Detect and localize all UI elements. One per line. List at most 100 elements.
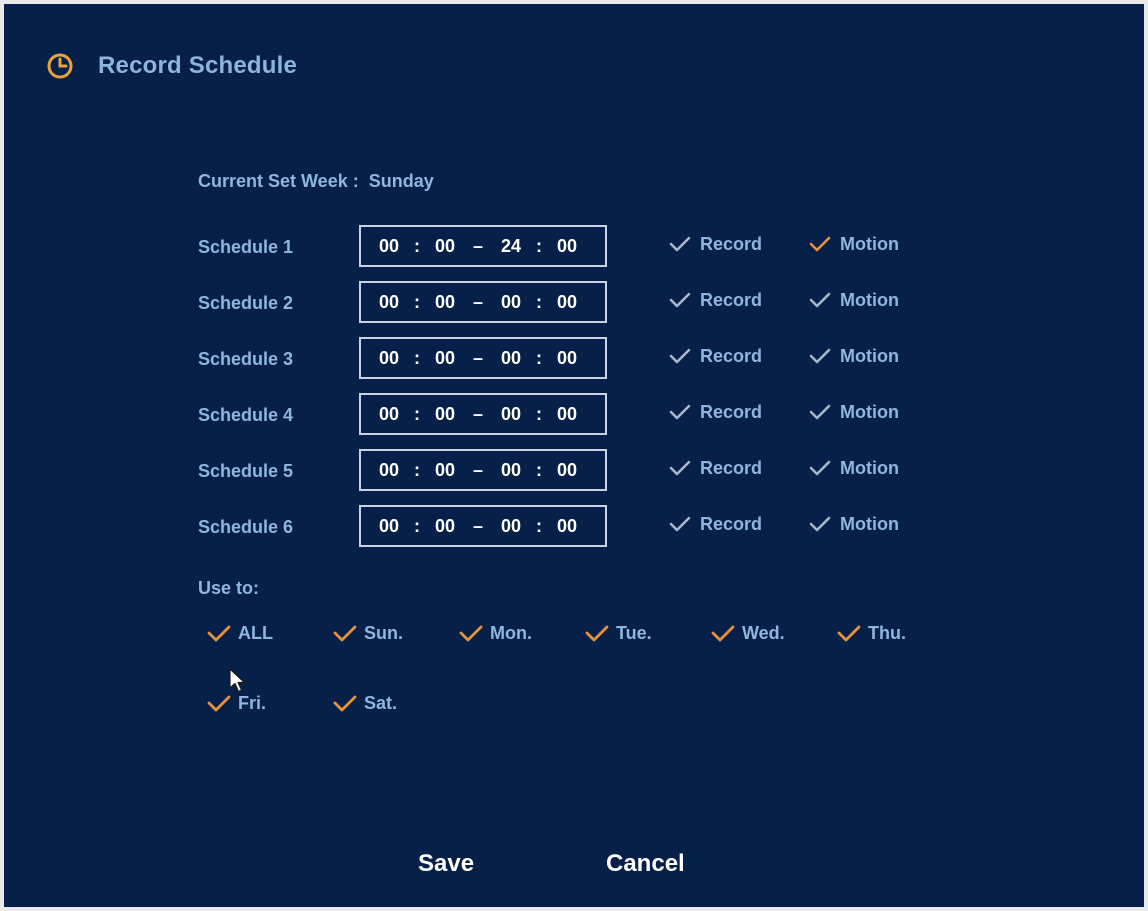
schedule-6-time-range[interactable]: 00 : 00 – 00 : 00 (359, 505, 607, 547)
time-colon: : (414, 235, 420, 256)
time-colon: : (414, 459, 420, 480)
day-checkbox-all[interactable]: ALL (206, 622, 273, 644)
time-colon: : (536, 515, 542, 536)
checkmark-icon (669, 460, 691, 476)
checkmark-icon (809, 348, 831, 364)
start-minute[interactable]: 00 (429, 292, 461, 313)
day-label: Sat. (364, 692, 398, 713)
motion-label: Motion (840, 401, 899, 422)
schedule-3-time-range[interactable]: 00 : 00 – 00 : 00 (359, 337, 607, 379)
end-hour[interactable]: 00 (495, 404, 527, 425)
end-hour[interactable]: 00 (495, 292, 527, 313)
schedule-row-4: Schedule 4 00 : 00 – 00 : 00 Record Moti… (198, 393, 958, 439)
schedule-1-record-checkbox[interactable]: Record (668, 233, 762, 255)
use-to-label: Use to: (198, 578, 260, 598)
schedule-1-time-range[interactable]: 00 : 00 – 24 : 00 (359, 225, 607, 267)
schedule-row-6: Schedule 6 00 : 00 – 00 : 00 Record Moti… (198, 505, 958, 551)
day-checkbox-wed[interactable]: Wed. (710, 622, 785, 644)
schedule-5-time-range[interactable]: 00 : 00 – 00 : 00 (359, 449, 607, 491)
schedule-5-motion-checkbox[interactable]: Motion (808, 457, 899, 479)
schedule-2-motion-checkbox[interactable]: Motion (808, 289, 899, 311)
start-hour[interactable]: 00 (373, 292, 405, 313)
day-checkbox-thu[interactable]: Thu. (836, 622, 906, 644)
record-label: Record (700, 513, 763, 534)
save-button[interactable]: Save (418, 850, 474, 878)
end-hour[interactable]: 00 (495, 348, 527, 369)
checkmark-icon (669, 236, 691, 252)
end-minute[interactable]: 00 (551, 516, 583, 537)
checkmark-icon (809, 404, 831, 420)
schedule-label: Schedule 1 (198, 237, 294, 257)
schedule-1-motion-checkbox[interactable]: Motion (808, 233, 899, 255)
start-hour[interactable]: 00 (373, 404, 405, 425)
schedule-4-motion-checkbox[interactable]: Motion (808, 401, 899, 423)
schedule-5-record-checkbox[interactable]: Record (668, 457, 762, 479)
schedule-row-3: Schedule 3 00 : 00 – 00 : 00 Record Moti… (198, 337, 958, 383)
checkmark-icon (837, 625, 861, 642)
schedule-6-motion-checkbox[interactable]: Motion (808, 513, 899, 535)
schedule-6-record-checkbox[interactable]: Record (668, 513, 762, 535)
schedule-label: Schedule 4 (198, 405, 294, 425)
checkmark-icon (711, 625, 735, 642)
start-minute[interactable]: 00 (429, 404, 461, 425)
time-colon: : (414, 291, 420, 312)
start-hour[interactable]: 00 (373, 460, 405, 481)
motion-label: Motion (840, 345, 899, 366)
start-minute[interactable]: 00 (429, 348, 461, 369)
time-dash: – (472, 403, 483, 424)
day-label: Fri. (238, 692, 267, 713)
page-header: Record Schedule (46, 48, 297, 84)
end-hour[interactable]: 00 (495, 516, 527, 537)
start-hour[interactable]: 00 (373, 236, 405, 257)
schedule-3-record-checkbox[interactable]: Record (668, 345, 762, 367)
start-hour[interactable]: 00 (373, 516, 405, 537)
day-checkbox-sat[interactable]: Sat. (332, 692, 397, 714)
time-colon: : (536, 403, 542, 424)
schedule-4-time-range[interactable]: 00 : 00 – 00 : 00 (359, 393, 607, 435)
schedule-2-record-checkbox[interactable]: Record (668, 289, 762, 311)
schedule-label: Schedule 5 (198, 461, 294, 481)
end-hour[interactable]: 24 (495, 236, 527, 257)
time-colon: : (414, 515, 420, 536)
time-dash: – (472, 459, 483, 480)
schedule-3-motion-checkbox[interactable]: Motion (808, 345, 899, 367)
checkmark-icon (669, 292, 691, 308)
checkmark-icon (459, 625, 483, 642)
time-colon: : (536, 459, 542, 480)
start-hour[interactable]: 00 (373, 348, 405, 369)
motion-label: Motion (840, 513, 899, 534)
end-hour[interactable]: 00 (495, 460, 527, 481)
time-colon: : (536, 291, 542, 312)
start-minute[interactable]: 00 (429, 236, 461, 257)
checkmark-icon (207, 625, 231, 642)
day-checkbox-sun[interactable]: Sun. (332, 622, 403, 644)
checkmark-icon (809, 236, 831, 252)
motion-label: Motion (840, 233, 899, 254)
end-minute[interactable]: 00 (551, 236, 583, 257)
page-title: Record Schedule (98, 52, 298, 79)
start-minute[interactable]: 00 (429, 460, 461, 481)
time-colon: : (414, 347, 420, 368)
cancel-button[interactable]: Cancel (606, 850, 685, 878)
end-minute[interactable]: 00 (551, 404, 583, 425)
day-checkbox-mon[interactable]: Mon. (458, 622, 532, 644)
time-dash: – (472, 515, 483, 536)
record-label: Record (700, 457, 763, 478)
schedule-4-record-checkbox[interactable]: Record (668, 401, 762, 423)
end-minute[interactable]: 00 (551, 348, 583, 369)
schedule-2-time-range[interactable]: 00 : 00 – 00 : 00 (359, 281, 607, 323)
motion-label: Motion (840, 457, 899, 478)
current-week-label: Current Set Week : (198, 171, 359, 191)
day-checkbox-tue[interactable]: Tue. (584, 622, 652, 644)
start-minute[interactable]: 00 (429, 516, 461, 537)
end-minute[interactable]: 00 (551, 460, 583, 481)
motion-label: Motion (840, 289, 899, 310)
mouse-cursor-icon (229, 668, 246, 693)
day-label: Thu. (868, 622, 906, 643)
schedule-row-1: Schedule 1 00 : 00 – 24 : 00 Record Moti… (198, 225, 958, 271)
schedule-label: Schedule 3 (198, 349, 294, 369)
checkmark-icon (809, 460, 831, 476)
schedule-label: Schedule 2 (198, 293, 294, 313)
day-checkbox-fri[interactable]: Fri. (206, 692, 266, 714)
end-minute[interactable]: 00 (551, 292, 583, 313)
